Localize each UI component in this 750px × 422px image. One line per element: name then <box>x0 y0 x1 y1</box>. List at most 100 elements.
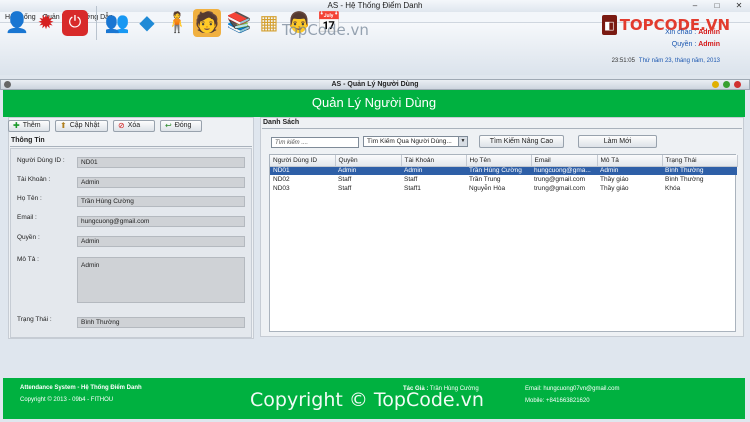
table-cell: ND01 <box>270 166 335 175</box>
power-icon[interactable]: ⏻ <box>62 10 88 36</box>
table-row[interactable]: ND03 Staff Staff1 Nguyễn Hòa trung@gmail.com… <box>270 184 737 193</box>
subwindow-title-bar: AS - Quản Lý Người Dùng <box>0 79 750 90</box>
table-cell: hungcuong@gma... <box>531 166 597 175</box>
update-icon: ⬆ <box>60 121 67 130</box>
subwindow-minimize-button[interactable] <box>712 81 719 88</box>
table-cell: Staff <box>338 185 352 192</box>
footer-copyright: Copyright © 2013 - 09b4 - FITHOU <box>20 397 114 403</box>
table-cell: Admin <box>401 166 466 175</box>
list-title: Danh Sách <box>263 119 300 126</box>
table-cell: Trần Trung <box>469 176 501 183</box>
search-by-select[interactable]: Tìm Kiếm Qua Người Dùng... ▼ <box>363 136 468 147</box>
chevron-down-icon: ▼ <box>458 137 467 146</box>
close-label: Đóng <box>174 122 192 129</box>
column-header[interactable]: Email <box>531 155 598 167</box>
role-field[interactable]: Admin <box>77 236 245 247</box>
page-header: Quản Lý Người Dùng <box>3 90 745 117</box>
label-account: Tài Khoản : <box>17 176 51 183</box>
column-header[interactable]: Quyền <box>335 155 402 167</box>
label-role: Quyền : <box>17 234 40 241</box>
search-by-value: Tìm Kiếm Qua Người Dùng... <box>367 138 452 145</box>
info-title: Thông Tin <box>11 137 45 144</box>
name-field[interactable]: Trần Hùng Cường <box>77 196 245 207</box>
table-cell: Staff <box>404 176 418 183</box>
column-header[interactable]: Người Dùng ID <box>270 155 336 167</box>
footer-mobile: Mobile: +841663821620 <box>525 398 590 404</box>
update-button[interactable]: ⬆ Cập Nhật <box>55 120 108 132</box>
grid-icon[interactable]: ▦ <box>255 9 283 37</box>
footer-email: Email: hungcuong07vn@gmail.com <box>525 386 620 392</box>
subwindow-close-button[interactable] <box>734 81 741 88</box>
user-card-icon[interactable]: 🧑 <box>193 9 221 37</box>
clock-time: 23:51:05 <box>611 58 635 64</box>
add-button[interactable]: ✚ Thêm <box>8 120 50 132</box>
column-header[interactable]: Mô Tả <box>597 155 663 167</box>
users-logout-icon[interactable]: 👤 <box>3 9 31 37</box>
column-header[interactable]: Họ Tên <box>466 155 532 167</box>
label-status: Trạng Thái : <box>17 316 52 323</box>
table-cell: ND03 <box>273 185 290 192</box>
add-label: Thêm <box>22 122 41 129</box>
table-cell: Khóa <box>665 185 681 192</box>
role-display: Quyền : Admin <box>620 41 720 48</box>
toolbar-separator <box>96 6 97 40</box>
close-button[interactable]: ↩ Đóng <box>160 120 202 132</box>
books-icon[interactable]: 📚 <box>225 9 253 37</box>
account-field[interactable]: Admin <box>77 177 245 188</box>
clock-date: Thứ năm 23, tháng năm, 2013 <box>638 58 720 64</box>
table-cell: trung@gmail.com <box>534 176 586 183</box>
settings-gear-icon[interactable]: ✹ <box>32 9 60 37</box>
refresh-button[interactable]: Làm Mới <box>578 135 657 148</box>
user-id-field[interactable]: ND01 <box>77 157 245 168</box>
table-cell: Staff1 <box>404 185 421 192</box>
subwindow-title: AS - Quản Lý Người Dùng <box>331 81 419 88</box>
greeting-value: Admin <box>698 29 720 36</box>
page-title: Quản Lý Người Dùng <box>311 95 437 110</box>
email-field[interactable]: hungcuong@gmail.com <box>77 216 245 227</box>
table-cell: Admin <box>335 166 401 175</box>
table-cell: Bình Thường <box>662 166 737 175</box>
delete-label: Xóa <box>127 122 141 129</box>
search-input[interactable]: Tìm kiếm .... <box>271 137 359 148</box>
table-cell: Thầy giáo <box>600 176 629 183</box>
subwindow-menu-icon[interactable] <box>4 81 11 88</box>
table-row[interactable]: ND01 Admin Admin Trần Hùng Cường hungcuong@g… <box>270 166 737 175</box>
plus-icon: ✚ <box>13 121 20 130</box>
description-field[interactable]: Admin <box>77 257 245 303</box>
info-divider <box>10 146 252 147</box>
table-cell: Bình Thường <box>665 176 704 183</box>
table-row[interactable]: ND02 Staff Staff Trần Trung trung@gmail.com T… <box>270 175 737 184</box>
maximize-button[interactable]: □ <box>706 0 728 11</box>
users-table: Người Dùng ID Quyền Tài Khoản Họ Tên Ema… <box>269 154 738 332</box>
subwindow-maximize-button[interactable] <box>723 81 730 88</box>
minimize-button[interactable]: – <box>684 0 706 11</box>
group-icon[interactable]: 👥 <box>103 9 131 37</box>
delete-button[interactable]: ⊘ Xóa <box>113 120 155 132</box>
label-description: Mô Tả : <box>17 256 39 263</box>
table-cell: ND02 <box>273 176 290 183</box>
table-cell: Admin <box>597 166 662 175</box>
status-field[interactable]: Bình Thường <box>77 317 245 328</box>
close-window-button[interactable]: ✕ <box>728 0 750 11</box>
table-cell: trung@gmail.com <box>534 185 586 192</box>
table-cell: Thầy giáo <box>600 185 629 192</box>
table-cell: Trần Hùng Cường <box>466 166 531 175</box>
close-form-icon: ↩ <box>165 121 172 130</box>
column-header[interactable]: Tài Khoản <box>401 155 467 167</box>
label-user-id: Người Dùng ID : <box>17 157 65 164</box>
clock: 23:51:05 Thứ năm 23, tháng năm, 2013 <box>560 58 720 64</box>
table-header-row: Người Dùng ID Quyền Tài Khoản Họ Tên Ema… <box>270 155 738 167</box>
label-email: Email : <box>17 214 37 221</box>
footer-system: Attendance System - Hệ Thống Điểm Danh <box>20 385 142 391</box>
watermark-bottom: Copyright © TopCode.vn <box>250 389 484 411</box>
person-icon[interactable]: 🧍 <box>163 9 191 37</box>
cube-icon[interactable]: ◆ <box>133 9 161 37</box>
column-header[interactable]: Trạng Thái <box>662 155 738 167</box>
table-cell: Nguyễn Hòa <box>469 185 506 192</box>
update-label: Cập Nhật <box>69 122 100 129</box>
label-name: Họ Tên : <box>17 195 42 202</box>
greeting: Xin chào : Admin <box>620 29 720 36</box>
advanced-search-button[interactable]: Tìm Kiếm Nâng Cao <box>479 135 564 148</box>
delete-icon: ⊘ <box>118 121 125 130</box>
list-divider <box>262 128 742 129</box>
